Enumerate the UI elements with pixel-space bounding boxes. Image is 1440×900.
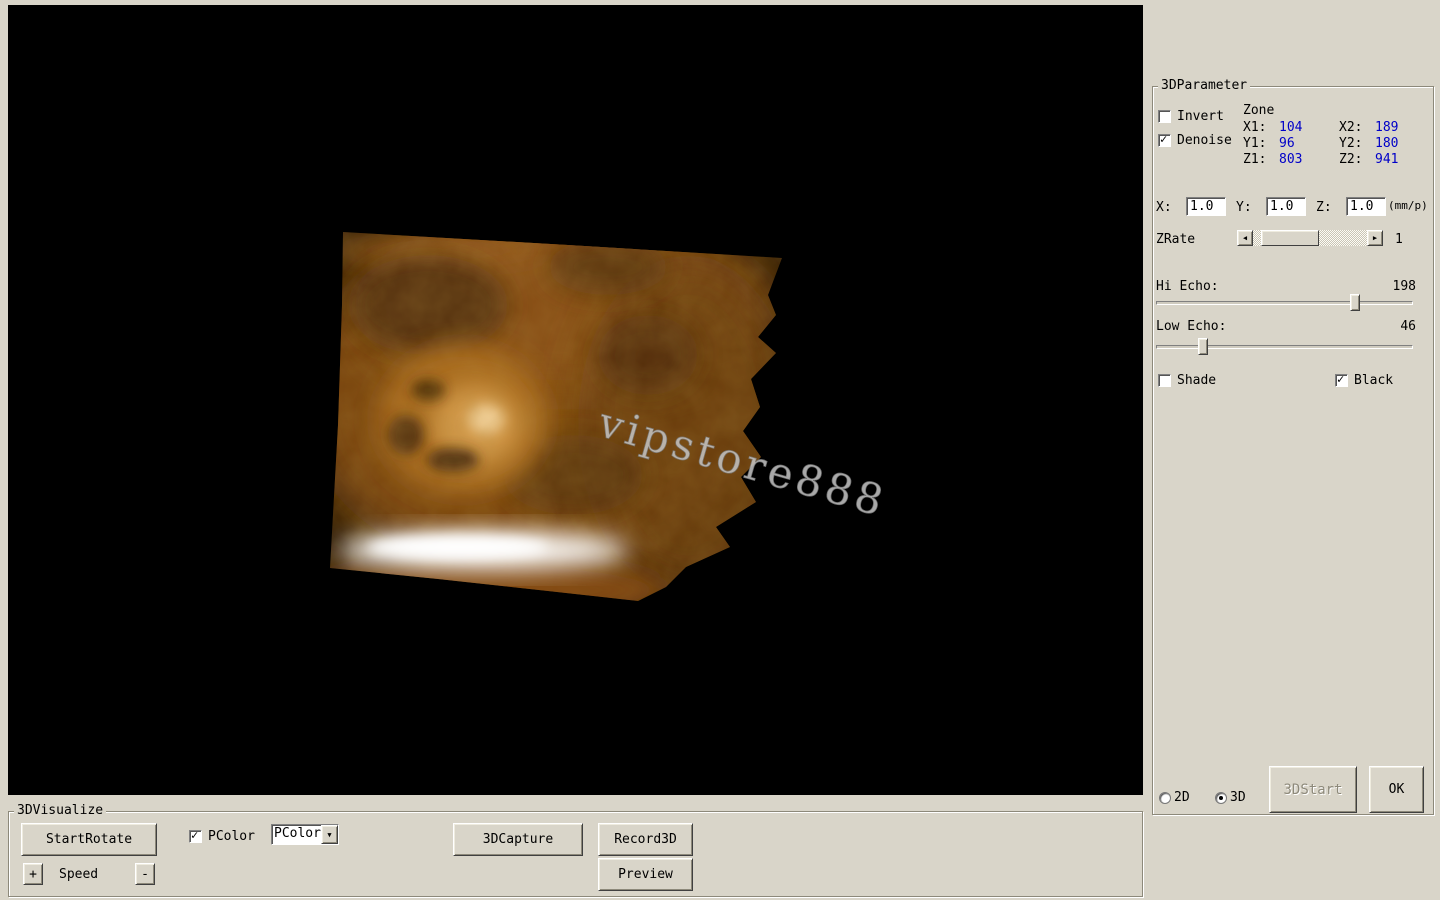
invert-checkbox[interactable] [1158,110,1171,123]
z-scale-input[interactable] [1346,197,1386,216]
preview-button[interactable]: Preview [598,858,693,891]
scale-unit-label: (mm/p) [1388,199,1428,212]
hi-echo-label: Hi Echo: [1156,279,1219,294]
zrate-scrollbar[interactable]: ◀ ▶ [1237,230,1383,246]
zrate-right-arrow-icon[interactable]: ▶ [1367,230,1383,246]
mode-3d-label: 3D [1230,790,1246,805]
zone-label: Y1: [1243,136,1279,152]
zone-label: X2: [1339,120,1375,136]
low-echo-value: 46 [1400,319,1416,334]
black-checkbox[interactable] [1335,374,1348,387]
pcolor-dropdown[interactable]: PColor ▼ [271,824,339,845]
low-echo-slider[interactable] [1156,345,1413,349]
visualize-group: 3DVisualize StartRotate PColor PColor ▼ … [8,811,1143,897]
zone-label: Z2: [1339,152,1375,168]
record3d-button[interactable]: Record3D [598,823,693,856]
x-scale-label: X: [1156,200,1172,215]
zrate-scrollbar-track[interactable] [1253,230,1367,246]
render-viewport[interactable]: vipstore888 [8,5,1143,795]
capture-button[interactable]: 3DCapture [453,823,583,856]
ultrasound-render: vipstore888 [8,5,1143,795]
zone-value: 189 [1375,120,1425,136]
chevron-down-icon[interactable]: ▼ [321,825,338,844]
low-echo-label: Low Echo: [1156,319,1226,334]
pcolor-dropdown-value[interactable]: PColor [272,825,321,844]
y-scale-label: Y: [1236,200,1252,215]
ok-button[interactable]: OK [1369,766,1424,813]
zrate-value: 1 [1395,232,1403,247]
zone-value: 180 [1375,136,1425,152]
black-label: Black [1354,373,1393,388]
zone-label: X1: [1243,120,1279,136]
hi-echo-slider[interactable] [1156,301,1413,305]
shade-checkbox[interactable] [1158,374,1171,387]
zone-label: Z1: [1243,152,1279,168]
parameter-group-title: 3DParameter [1158,79,1250,93]
pcolor-checkbox-label: PColor [208,829,255,844]
zrate-label: ZRate [1156,232,1195,247]
z-scale-label: Z: [1316,200,1332,215]
speed-plus-button[interactable]: + [23,863,43,885]
x-scale-input[interactable] [1186,197,1226,216]
zone-label: Y2: [1339,136,1375,152]
y-scale-input[interactable] [1266,197,1306,216]
speed-minus-button[interactable]: - [135,863,155,885]
pcolor-checkbox[interactable] [189,830,202,843]
zrate-scrollbar-thumb[interactable] [1261,230,1319,246]
low-echo-thumb[interactable] [1198,338,1208,355]
zone-title: Zone [1243,103,1425,118]
mode-2d-radio[interactable] [1159,792,1171,804]
invert-label: Invert [1177,109,1224,124]
start-rotate-button[interactable]: StartRotate [21,823,157,856]
start3d-button[interactable]: 3DStart [1269,766,1357,813]
zone-section: Zone X1: 104 X2: 189 Y1: 96 Y2: 180 Z1: … [1243,103,1425,168]
zone-value: 803 [1279,152,1339,168]
denoise-label: Denoise [1177,133,1232,148]
hi-echo-value: 198 [1393,279,1416,294]
parameter-group: 3DParameter Invert Denoise Zone X1: 104 … [1152,86,1434,815]
mode-2d-label: 2D [1174,790,1190,805]
mode-3d-radio[interactable] [1215,792,1227,804]
shade-label: Shade [1177,373,1216,388]
zrate-left-arrow-icon[interactable]: ◀ [1237,230,1253,246]
zone-grid: X1: 104 X2: 189 Y1: 96 Y2: 180 Z1: 803 Z… [1243,120,1425,168]
speed-label: Speed [59,867,98,882]
zone-value: 104 [1279,120,1339,136]
visualize-group-title: 3DVisualize [14,804,106,818]
denoise-checkbox[interactable] [1158,134,1171,147]
zone-value: 96 [1279,136,1339,152]
hi-echo-thumb[interactable] [1350,294,1360,311]
zone-value: 941 [1375,152,1425,168]
